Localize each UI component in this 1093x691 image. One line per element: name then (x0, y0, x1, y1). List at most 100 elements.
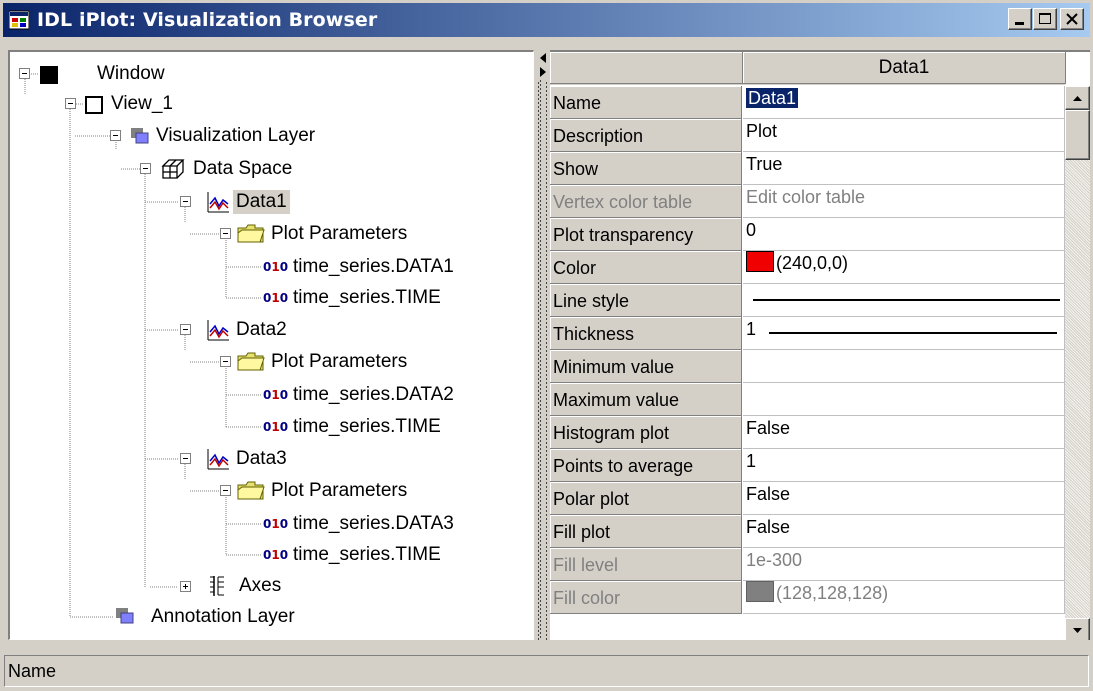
name-value-text[interactable]: Data1 (746, 88, 799, 108)
expand-axes-toggle[interactable] (180, 581, 191, 592)
color-swatch[interactable] (746, 251, 774, 272)
column-header-data1[interactable]: Data1 (743, 52, 1066, 84)
property-row-maximum-value[interactable]: Maximum value (550, 383, 1065, 416)
property-label: Fill plot (550, 515, 742, 548)
splitter-grip (538, 80, 548, 640)
property-value-polar-plot[interactable]: False (743, 482, 1065, 515)
minus-icon (113, 135, 118, 136)
tree-node-data1-time[interactable]: time_series.TIME (290, 286, 444, 310)
tree-node-data3[interactable]: Data3 (233, 447, 290, 471)
tree-node-axes[interactable]: Axes (236, 574, 284, 598)
minimize-button[interactable] (1008, 8, 1032, 30)
minus-icon (183, 329, 188, 330)
property-label: Histogram plot (550, 416, 742, 449)
tree-node-data3-time[interactable]: time_series.TIME (290, 543, 444, 567)
scroll-down-button[interactable] (1065, 618, 1090, 640)
binary-data-icon: 010 (263, 517, 289, 531)
collapse-view-toggle[interactable] (65, 98, 76, 109)
thickness-value-text: 1 (746, 319, 757, 339)
pane-splitter[interactable] (536, 50, 550, 640)
property-row-points-to-average[interactable]: Points to average 1 (550, 449, 1065, 482)
tree-node-data1[interactable]: Data1 (233, 190, 290, 214)
property-row-vertex-color-table: Vertex color table Edit color table (550, 185, 1065, 218)
fill-color-value-text: (128,128,128) (776, 583, 889, 603)
property-value-line-style[interactable] (743, 284, 1065, 317)
collapse-data-space-toggle[interactable] (140, 163, 151, 174)
property-value-plot-transparency[interactable]: 0 (743, 218, 1065, 251)
property-value-name[interactable]: Data1 (743, 86, 1065, 119)
tree-node-vis-layer[interactable]: Visualization Layer (153, 124, 318, 148)
arrow-up-icon (1073, 96, 1082, 101)
tree-node-window[interactable]: Window (94, 62, 168, 86)
property-label: Line style (550, 284, 742, 317)
tree-node-data2-series[interactable]: time_series.DATA2 (290, 383, 457, 407)
tree-node-view[interactable]: View_1 (108, 92, 176, 116)
property-row-minimum-value[interactable]: Minimum value (550, 350, 1065, 383)
property-row-thickness[interactable]: Thickness 1 (550, 317, 1065, 350)
property-value-maximum-value[interactable] (743, 383, 1065, 416)
minus-icon (223, 361, 228, 362)
property-label: Show (550, 152, 742, 185)
collapse-data3-toggle[interactable] (180, 453, 191, 464)
maximize-button[interactable] (1033, 8, 1057, 30)
property-value-thickness[interactable]: 1 (743, 317, 1065, 350)
thickness-line-sample (769, 332, 1057, 334)
property-value-points-to-average[interactable]: 1 (743, 449, 1065, 482)
title-bar[interactable]: IDL iPlot: Visualization Browser (3, 3, 1090, 37)
property-value-fill-level: 1e-300 (743, 548, 1065, 581)
tree-node-data1-params[interactable]: Plot Parameters (268, 222, 410, 246)
tree-node-data2[interactable]: Data2 (233, 318, 290, 342)
tree-node-annotation-layer[interactable]: Annotation Layer (148, 605, 298, 629)
tree-node-data3-params[interactable]: Plot Parameters (268, 479, 410, 503)
property-value-color[interactable]: (240,0,0) (743, 251, 1065, 284)
tree-node-data2-time[interactable]: time_series.TIME (290, 415, 444, 439)
collapse-window-toggle[interactable] (19, 68, 30, 79)
close-button[interactable] (1060, 8, 1084, 30)
property-value-description[interactable]: Plot (743, 119, 1065, 152)
collapse-right-arrow-icon[interactable] (538, 66, 548, 78)
scroll-up-button[interactable] (1065, 86, 1090, 110)
property-row-histogram-plot[interactable]: Histogram plot False (550, 416, 1065, 449)
collapse-data2-params-toggle[interactable] (220, 356, 231, 367)
scrollbar-thumb[interactable] (1065, 110, 1090, 160)
property-sheet-scrollbar[interactable] (1065, 86, 1090, 640)
tree-node-data-space[interactable]: Data Space (190, 157, 295, 181)
minimize-icon (1015, 22, 1024, 25)
maximize-icon (1039, 13, 1051, 24)
property-sheet[interactable]: Data1 Name Data1 Description Plot Show T… (550, 50, 1090, 640)
property-row-color[interactable]: Color (240,0,0) (550, 251, 1065, 284)
binary-data-icon: 010 (263, 291, 289, 305)
collapse-left-arrow-icon[interactable] (538, 52, 548, 64)
tree-node-data2-params[interactable]: Plot Parameters (268, 350, 410, 374)
property-row-description[interactable]: Description Plot (550, 119, 1065, 152)
property-value-show[interactable]: True (743, 152, 1065, 185)
property-row-name[interactable]: Name Data1 (550, 86, 1065, 119)
arrow-down-icon (1073, 628, 1082, 633)
property-row-show[interactable]: Show True (550, 152, 1065, 185)
color-value-text: (240,0,0) (776, 253, 849, 273)
plot-icon (207, 192, 229, 213)
property-row-line-style[interactable]: Line style (550, 284, 1065, 317)
collapse-data1-params-toggle[interactable] (220, 228, 231, 239)
property-label: Fill level (550, 548, 742, 581)
tree-node-data1-series[interactable]: time_series.DATA1 (290, 255, 457, 279)
layer-icon (116, 608, 134, 624)
property-label: Vertex color table (550, 185, 742, 218)
property-value-fill-plot[interactable]: False (743, 515, 1065, 548)
binary-data-icon: 010 (263, 548, 289, 562)
collapse-data1-toggle[interactable] (180, 196, 191, 207)
property-row-fill-plot[interactable]: Fill plot False (550, 515, 1065, 548)
window-icon (40, 66, 58, 84)
collapse-data2-toggle[interactable] (180, 324, 191, 335)
visualization-tree[interactable]: Window View_1 Visualization Layer Data S… (8, 50, 534, 640)
property-row-plot-transparency[interactable]: Plot transparency 0 (550, 218, 1065, 251)
property-value-histogram-plot[interactable]: False (743, 416, 1065, 449)
header-corner (550, 52, 743, 84)
property-value-vertex-color-table: Edit color table (743, 185, 1065, 218)
property-value-minimum-value[interactable] (743, 350, 1065, 383)
property-row-polar-plot[interactable]: Polar plot False (550, 482, 1065, 515)
close-icon (1066, 13, 1078, 25)
collapse-data3-params-toggle[interactable] (220, 485, 231, 496)
tree-node-data3-series[interactable]: time_series.DATA3 (290, 512, 457, 536)
collapse-vis-layer-toggle[interactable] (110, 130, 121, 141)
